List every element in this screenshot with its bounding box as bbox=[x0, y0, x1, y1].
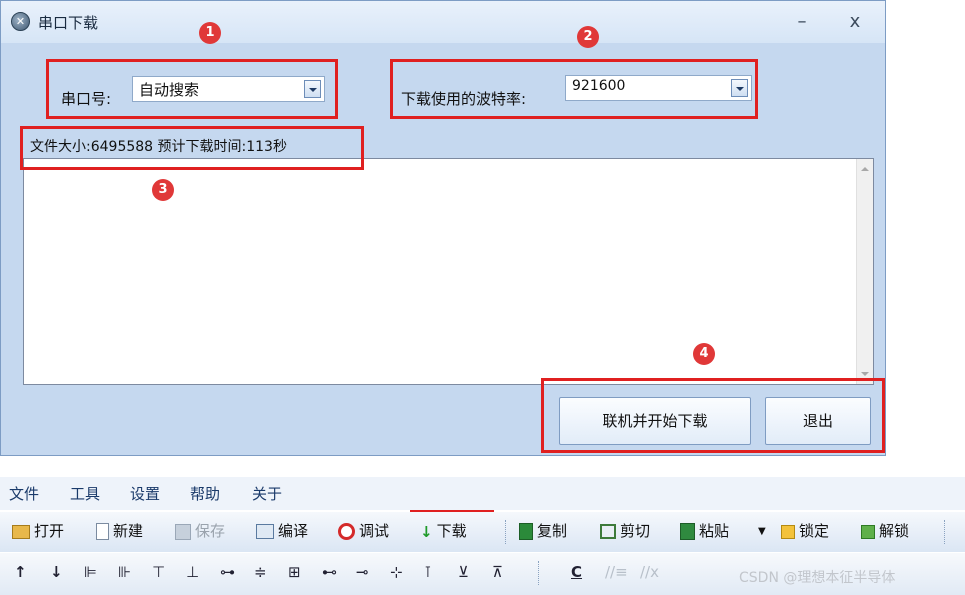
copy-icon bbox=[519, 523, 533, 540]
vertical-scrollbar[interactable] bbox=[856, 159, 873, 384]
center-vertical-icon[interactable]: ≑ bbox=[254, 563, 267, 581]
grid-icon[interactable]: ⊞ bbox=[288, 563, 301, 581]
compile-button[interactable]: 编译 bbox=[256, 520, 308, 541]
menu-file[interactable]: 文件 bbox=[9, 483, 39, 504]
save-icon bbox=[175, 523, 191, 540]
highlight-box-info bbox=[20, 126, 364, 170]
space-horizontal-icon[interactable]: ⊸ bbox=[356, 563, 369, 581]
center-horizontal-icon[interactable]: ⊶ bbox=[220, 563, 235, 581]
move-down-icon[interactable]: ↓ bbox=[50, 563, 63, 581]
minimize-button[interactable]: – bbox=[787, 9, 817, 35]
scroll-up-icon[interactable] bbox=[861, 167, 869, 171]
folder-open-icon bbox=[12, 524, 30, 539]
lock-button[interactable]: 锁定 bbox=[781, 520, 829, 541]
paste-button[interactable]: 粘贴 bbox=[680, 520, 729, 541]
lock-icon bbox=[781, 524, 795, 539]
align-left-icon[interactable]: ⊫ bbox=[84, 563, 97, 581]
open-button[interactable]: 打开 bbox=[12, 520, 64, 541]
align-right-icon[interactable]: ⊪ bbox=[118, 563, 131, 581]
highlight-box-port bbox=[46, 59, 338, 119]
save-label: 保存 bbox=[195, 522, 226, 540]
badge-4: 4 bbox=[693, 343, 715, 365]
menu-bar: 文件 工具 设置 帮助 关于 bbox=[0, 477, 965, 510]
copy-button[interactable]: 复制 bbox=[519, 520, 567, 541]
align-bottom-icon[interactable]: ⊥ bbox=[186, 563, 199, 581]
code-c-button[interactable]: C bbox=[571, 563, 582, 581]
badge-2: 2 bbox=[577, 26, 599, 48]
badge-3: 3 bbox=[152, 179, 174, 201]
unlock-label: 解锁 bbox=[879, 522, 910, 540]
app-icon: ✕ bbox=[11, 12, 30, 31]
download-button[interactable]: ↓ 下载 bbox=[420, 520, 467, 541]
menu-settings[interactable]: 设置 bbox=[130, 483, 160, 504]
new-file-icon bbox=[96, 523, 109, 540]
space-equal-icon[interactable]: ⊹ bbox=[390, 563, 403, 581]
main-toolbar: 打开 新建 保存 编译 调试 ↓ 下载 复制 剪切 粘贴 ▼ 锁定 解锁 bbox=[0, 512, 965, 552]
highlight-box-buttons bbox=[541, 378, 885, 453]
close-button[interactable]: x bbox=[840, 9, 870, 35]
cut-icon bbox=[600, 524, 616, 539]
paste-label: 粘贴 bbox=[699, 522, 730, 540]
space-vertical-equal-icon[interactable]: ⊼ bbox=[492, 563, 503, 581]
debug-icon bbox=[338, 523, 355, 540]
debug-label: 调试 bbox=[359, 522, 390, 540]
download-label: 下载 bbox=[436, 522, 467, 540]
scroll-down-icon[interactable] bbox=[861, 372, 869, 376]
window-title: 串口下载 bbox=[38, 14, 99, 32]
lock-label: 锁定 bbox=[799, 522, 830, 540]
open-label: 打开 bbox=[34, 522, 65, 540]
new-label: 新建 bbox=[113, 522, 144, 540]
copy-label: 复制 bbox=[537, 522, 568, 540]
menu-tools[interactable]: 工具 bbox=[70, 483, 100, 504]
badge-1: 1 bbox=[199, 22, 221, 44]
debug-button[interactable]: 调试 bbox=[338, 520, 389, 541]
space-vertical-icon[interactable]: ⊻ bbox=[458, 563, 469, 581]
unlock-icon bbox=[861, 524, 875, 539]
new-button[interactable]: 新建 bbox=[96, 520, 143, 541]
same-width-icon[interactable]: ⊷ bbox=[322, 563, 337, 581]
menu-help[interactable]: 帮助 bbox=[190, 483, 220, 504]
move-up-icon[interactable]: ↑ bbox=[14, 563, 27, 581]
toolbar-separator bbox=[944, 520, 945, 544]
same-height-icon[interactable]: ⊺ bbox=[424, 563, 432, 581]
compile-icon bbox=[256, 524, 274, 539]
title-bar: ✕ 串口下载 – x bbox=[1, 1, 885, 43]
paste-dropdown-icon[interactable]: ▼ bbox=[758, 526, 766, 537]
log-output-area[interactable] bbox=[23, 158, 874, 385]
highlight-box-baud bbox=[390, 59, 758, 119]
unlock-button[interactable]: 解锁 bbox=[861, 520, 909, 541]
comment-icon[interactable]: //≡ bbox=[605, 563, 628, 581]
watermark: CSDN @理想本征半导体 bbox=[739, 570, 896, 586]
align-top-icon[interactable]: ⊤ bbox=[152, 563, 165, 581]
paste-icon bbox=[680, 523, 695, 540]
save-button[interactable]: 保存 bbox=[175, 520, 225, 541]
cut-label: 剪切 bbox=[620, 522, 651, 540]
uncomment-icon[interactable]: //x bbox=[640, 563, 659, 581]
download-arrow-icon: ↓ bbox=[420, 522, 433, 541]
toolbar-separator bbox=[505, 520, 506, 544]
compile-label: 编译 bbox=[278, 522, 309, 540]
menu-about[interactable]: 关于 bbox=[252, 483, 282, 504]
cut-button[interactable]: 剪切 bbox=[600, 520, 650, 541]
toolbar-separator bbox=[538, 561, 539, 585]
